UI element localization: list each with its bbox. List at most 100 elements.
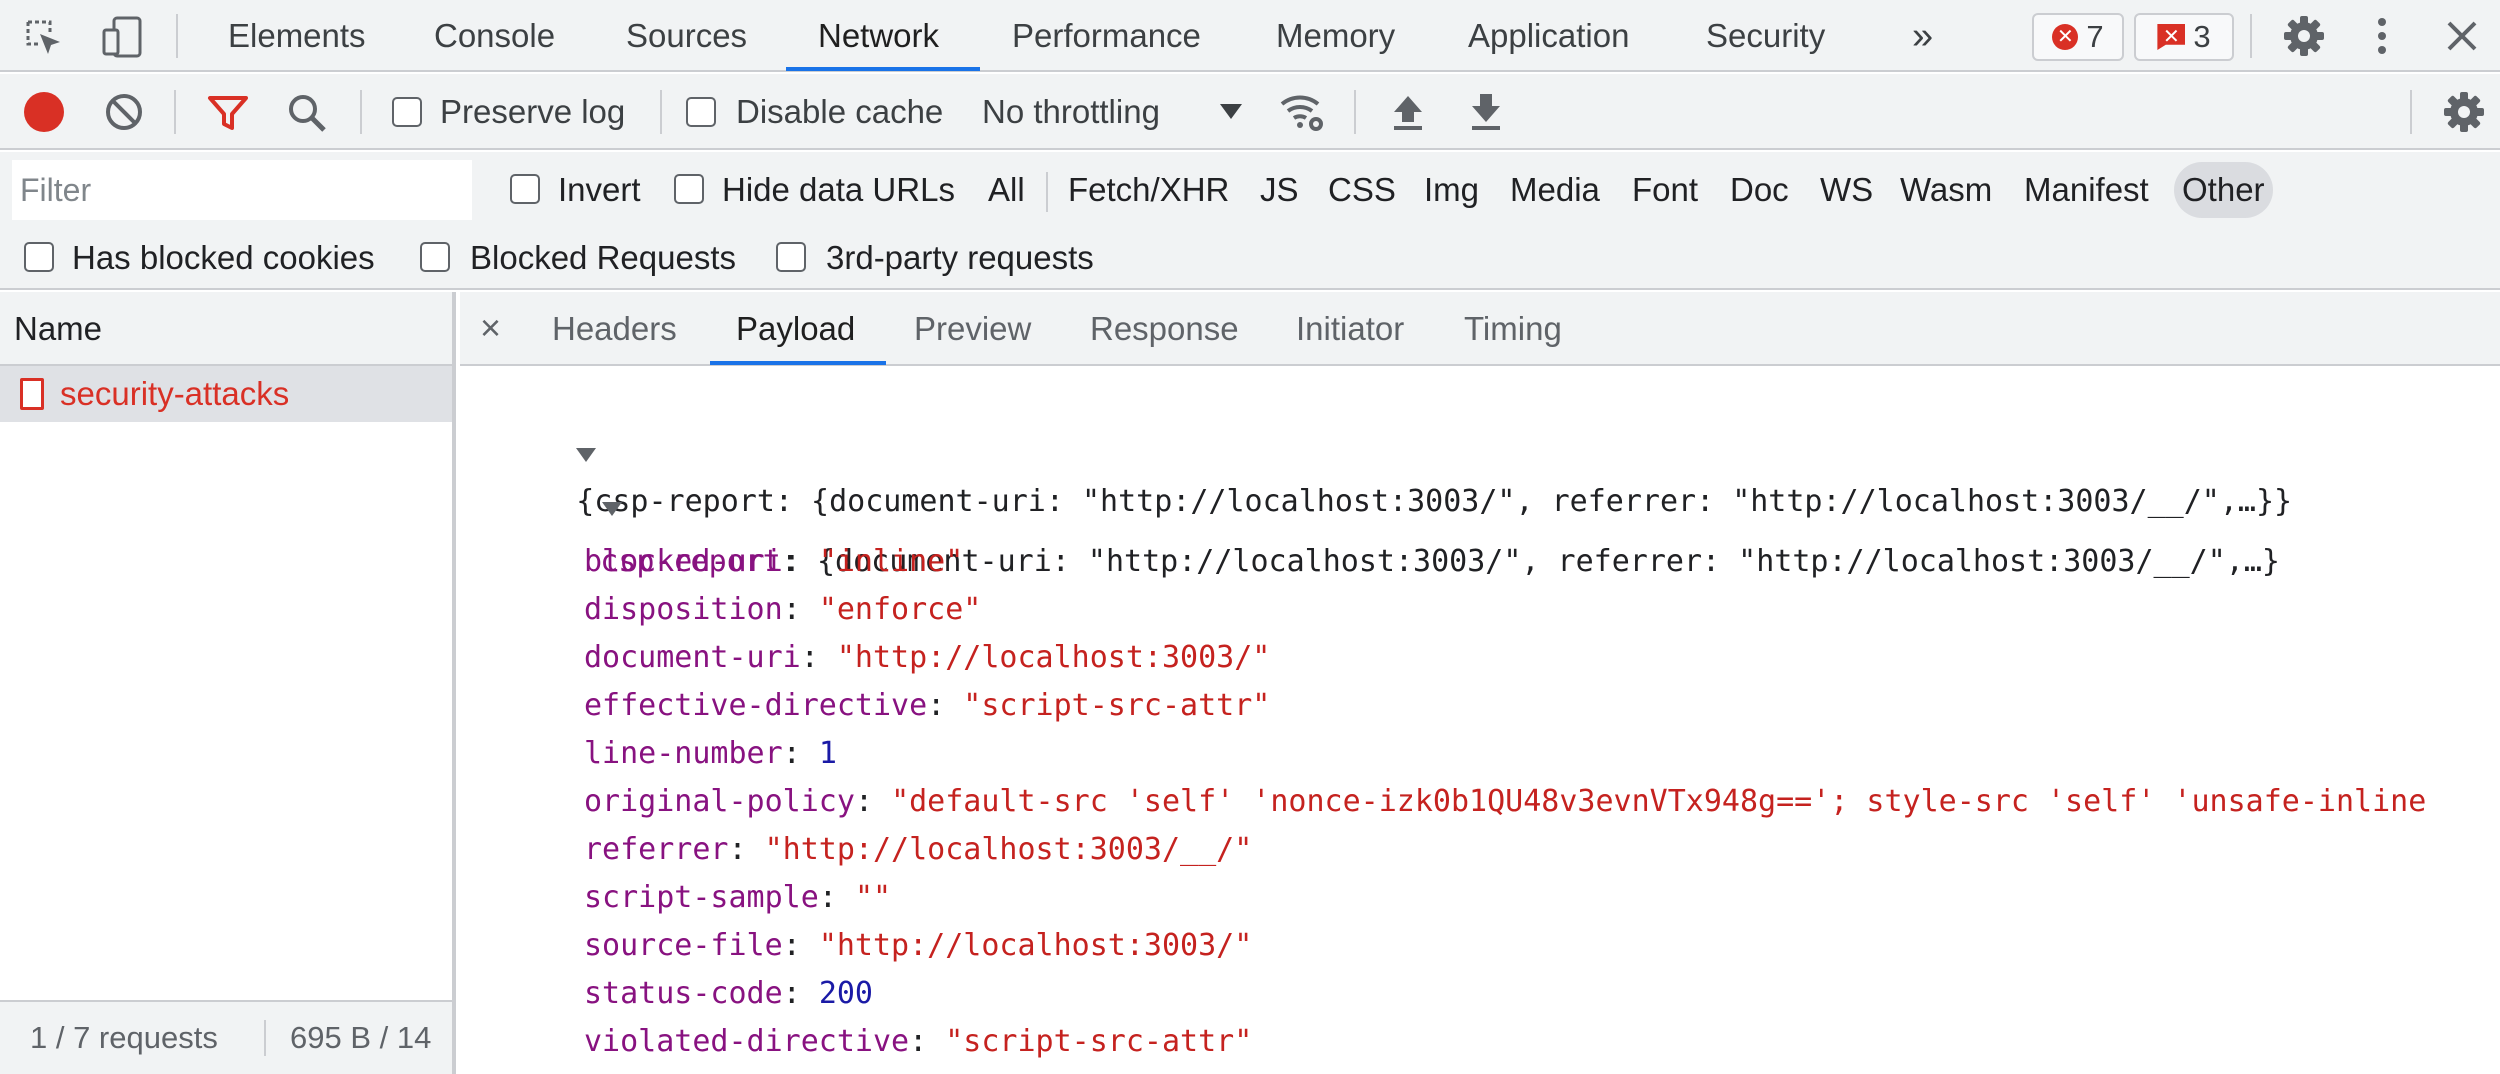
- field-key: original-policy: [584, 784, 855, 819]
- tab-application[interactable]: Application: [1468, 0, 1629, 72]
- field-value: "enforce": [818, 592, 982, 627]
- third-party-checkbox[interactable]: [776, 242, 806, 272]
- record-icon[interactable]: [24, 92, 64, 132]
- clear-icon[interactable]: [104, 92, 144, 132]
- field-row[interactable]: effective-directive: "script-src-attr": [584, 682, 1270, 730]
- field-row[interactable]: status-code: 200: [584, 970, 873, 1018]
- type-filter-other[interactable]: Other: [2174, 162, 2273, 218]
- tab-response[interactable]: Response: [1090, 292, 1239, 366]
- field-value: "": [854, 880, 892, 915]
- export-har-icon[interactable]: [1468, 90, 1504, 134]
- blocked-requests-checkbox[interactable]: [420, 242, 450, 272]
- tab-timing[interactable]: Timing: [1464, 292, 1562, 366]
- request-list: Name security-attacks 1 / 7 requests 695…: [0, 292, 456, 1074]
- type-filter-ws[interactable]: WS: [1812, 162, 1881, 218]
- error-icon: ✕: [2052, 24, 2079, 50]
- hide-data-urls-checkbox[interactable]: [674, 174, 704, 204]
- import-har-icon[interactable]: [1390, 90, 1426, 134]
- field-row[interactable]: line-number: 1: [584, 730, 837, 778]
- document-icon: [20, 378, 44, 410]
- field-key: status-code: [584, 976, 783, 1011]
- divider: [1046, 172, 1048, 212]
- divider: [174, 90, 176, 134]
- type-filter-media[interactable]: Media: [1502, 162, 1608, 218]
- more-tabs-button[interactable]: »: [1912, 0, 1933, 72]
- request-row[interactable]: security-attacks: [0, 366, 452, 422]
- issues-count-badge[interactable]: ✕ 3: [2134, 13, 2234, 61]
- throttling-select[interactable]: No throttling: [982, 92, 1160, 132]
- hide-data-urls-label: Hide data URLs: [722, 171, 955, 208]
- tab-security[interactable]: Security: [1706, 0, 1825, 72]
- field-value: 200: [818, 976, 873, 1011]
- field-row[interactable]: disposition: "enforce": [584, 586, 981, 634]
- divider: [660, 90, 662, 134]
- tab-payload[interactable]: Payload: [736, 292, 855, 366]
- search-icon[interactable]: [286, 92, 328, 134]
- field-row[interactable]: referrer: "http://localhost:3003/__/": [584, 826, 1252, 874]
- tab-performance[interactable]: Performance: [1012, 0, 1201, 72]
- name-column-header[interactable]: Name: [0, 292, 452, 366]
- issue-flag-icon: ✕: [2157, 24, 2186, 50]
- divider: [2250, 14, 2252, 58]
- invert-checkbox[interactable]: [510, 174, 540, 204]
- field-key: source-file: [584, 928, 783, 963]
- field-value: "script-src-attr": [963, 688, 1271, 723]
- devtools-tab-bar: Elements Console Sources Network Perform…: [0, 0, 2500, 72]
- type-filter-fetch-xhr[interactable]: Fetch/XHR: [1060, 162, 1237, 218]
- filter-input[interactable]: [12, 160, 472, 220]
- tab-sources[interactable]: Sources: [626, 0, 747, 72]
- detail-tab-bar: × Headers Payload Preview Response Initi…: [460, 292, 2500, 366]
- field-row[interactable]: original-policy: "default-src 'self' 'no…: [584, 778, 2426, 826]
- field-row[interactable]: source-file: "http://localhost:3003/": [584, 922, 1252, 970]
- disable-cache-checkbox[interactable]: [686, 97, 716, 127]
- tab-headers[interactable]: Headers: [552, 292, 677, 366]
- field-row[interactable]: document-uri: "http://localhost:3003/": [584, 634, 1270, 682]
- type-filter-manifest[interactable]: Manifest: [2016, 162, 2157, 218]
- error-count-badge[interactable]: ✕ 7: [2032, 13, 2124, 61]
- tab-console[interactable]: Console: [434, 0, 555, 72]
- type-filter-js[interactable]: JS: [1252, 162, 1307, 218]
- field-key: violated-directive: [584, 1024, 910, 1059]
- preserve-log-checkbox[interactable]: [392, 97, 422, 127]
- chevron-down-icon[interactable]: [1220, 104, 1242, 119]
- type-filter-css[interactable]: CSS: [1320, 162, 1404, 218]
- kebab-menu-icon[interactable]: [2372, 16, 2392, 56]
- device-toolbar-icon[interactable]: [100, 14, 146, 60]
- type-filter-doc[interactable]: Doc: [1722, 162, 1797, 218]
- status-bar: 1 / 7 requests 695 B / 14: [0, 1000, 452, 1074]
- field-row[interactable]: violated-directive: "script-src-attr": [584, 1018, 1252, 1066]
- has-blocked-cookies-checkbox[interactable]: [24, 242, 54, 272]
- settings-icon[interactable]: [2282, 14, 2326, 58]
- preserve-log-label: Preserve log: [440, 93, 626, 130]
- tab-preview[interactable]: Preview: [914, 292, 1031, 366]
- network-conditions-icon[interactable]: [1278, 90, 1326, 134]
- network-toolbar: Preserve log Disable cache No throttling: [0, 74, 2500, 150]
- network-settings-icon[interactable]: [2442, 90, 2486, 134]
- request-count: 1 / 7 requests: [30, 1020, 218, 1055]
- close-detail-button[interactable]: ×: [480, 292, 501, 366]
- type-filter-font[interactable]: Font: [1624, 162, 1706, 218]
- tab-elements[interactable]: Elements: [228, 0, 366, 72]
- type-filter-img[interactable]: Img: [1416, 162, 1487, 218]
- error-count: 7: [2086, 19, 2104, 54]
- field-value: "default-src 'self' 'nonce-izk0b1QU48v3e…: [891, 784, 2427, 819]
- blocked-requests-label: Blocked Requests: [470, 239, 736, 276]
- tab-network[interactable]: Network: [818, 0, 939, 72]
- field-key: disposition: [584, 592, 783, 627]
- field-key: script-sample: [584, 880, 819, 915]
- close-devtools-icon[interactable]: [2444, 18, 2480, 54]
- tab-memory[interactable]: Memory: [1276, 0, 1395, 72]
- active-tab-indicator: [786, 67, 980, 71]
- request-name: security-attacks: [60, 375, 290, 412]
- type-filter-all[interactable]: All: [980, 162, 1033, 218]
- field-row[interactable]: blocked-uri: "inline": [584, 538, 963, 586]
- inspect-element-icon[interactable]: [24, 18, 64, 58]
- field-key: line-number: [584, 736, 783, 771]
- transfer-size: 695 B / 14: [290, 1020, 432, 1055]
- field-key: blocked-uri: [584, 544, 783, 579]
- tab-initiator[interactable]: Initiator: [1296, 292, 1404, 366]
- field-value: "script-src-attr": [945, 1024, 1253, 1059]
- filter-icon[interactable]: [206, 92, 250, 132]
- field-row[interactable]: script-sample: "": [584, 874, 891, 922]
- type-filter-wasm[interactable]: Wasm: [1892, 162, 2000, 218]
